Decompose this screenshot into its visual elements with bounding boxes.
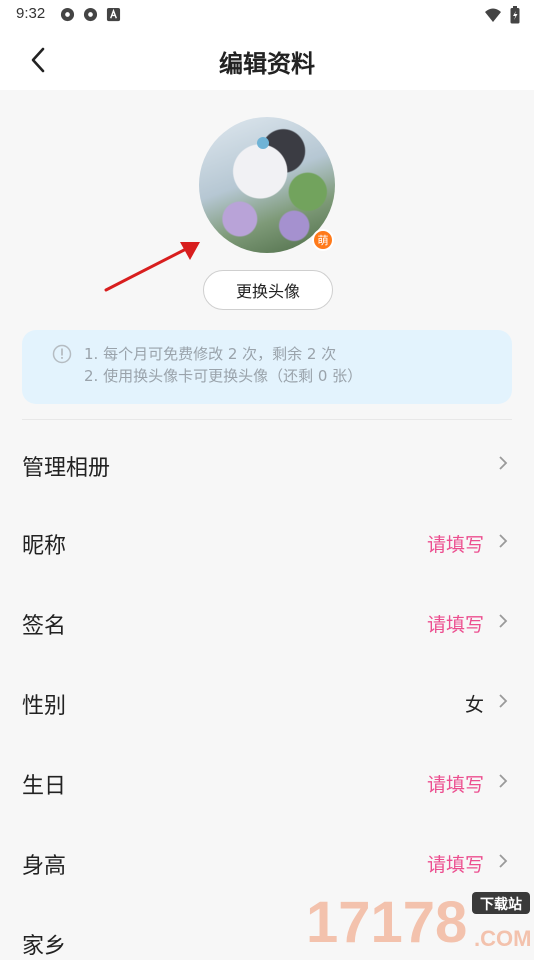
row-value: 请填写 (426, 774, 484, 796)
info-icon (52, 344, 72, 364)
status-time: 9:32 (16, 5, 46, 22)
row-manage-album[interactable]: 管理相册 (22, 424, 512, 502)
row-label: 签名 (22, 614, 67, 639)
chevron-right-icon (499, 456, 508, 470)
row-nickname[interactable]: 昵称 请填写 (22, 502, 512, 580)
change-avatar-button[interactable]: 更换头像 (203, 270, 333, 310)
watermark-suffix: .COM (474, 926, 531, 950)
divider (22, 419, 512, 420)
notice-line-2: 2. 使用换头像卡可更换头像（还剩 0 张） (84, 367, 363, 385)
row-value: 请填写 (426, 614, 484, 636)
row-height[interactable]: 身高 请填写 (22, 822, 512, 900)
row-label: 性别 (22, 694, 67, 719)
chevron-right-icon (499, 694, 508, 708)
status-notification-icons (60, 7, 121, 22)
avatar-cat-eye (257, 137, 269, 149)
row-birthday[interactable]: 生日 请填写 (22, 742, 512, 820)
row-label: 昵称 (22, 534, 67, 559)
battery-icon (510, 6, 520, 28)
watermark-sub: 下载站 (480, 896, 522, 913)
font-icon (106, 7, 121, 22)
row-label: 生日 (22, 774, 67, 799)
row-signature[interactable]: 签名 请填写 (22, 582, 512, 660)
status-bar: 9:32 (0, 0, 534, 28)
row-label: 管理相册 (22, 456, 111, 481)
row-label: 身高 (22, 854, 67, 879)
row-value: 请填写 (426, 854, 484, 876)
notice-line-1: 1. 每个月可免费修改 2 次，剩余 2 次 (84, 345, 337, 363)
page-title: 编辑资料 (219, 50, 315, 78)
row-label: 家乡 (22, 934, 67, 959)
avatar-badge: 萌 (312, 229, 334, 251)
watermark-text: 17178 (306, 890, 467, 950)
chevron-right-icon (499, 774, 508, 788)
nav-bar: 编辑资料 (0, 28, 534, 90)
chevron-right-icon (499, 614, 508, 628)
status-system-icons (484, 6, 520, 28)
chevron-right-icon (499, 534, 508, 548)
row-value: 女 (464, 694, 484, 716)
chevron-right-icon (499, 854, 508, 868)
row-value: 请填写 (426, 534, 484, 556)
pinwheel-icon (83, 7, 98, 22)
wifi-icon (484, 7, 502, 27)
row-gender[interactable]: 性别 女 (22, 662, 512, 740)
annotation-arrow-icon (104, 242, 200, 292)
pinwheel-icon (60, 7, 75, 22)
site-watermark: 17178 下载站 .COM (306, 890, 531, 950)
